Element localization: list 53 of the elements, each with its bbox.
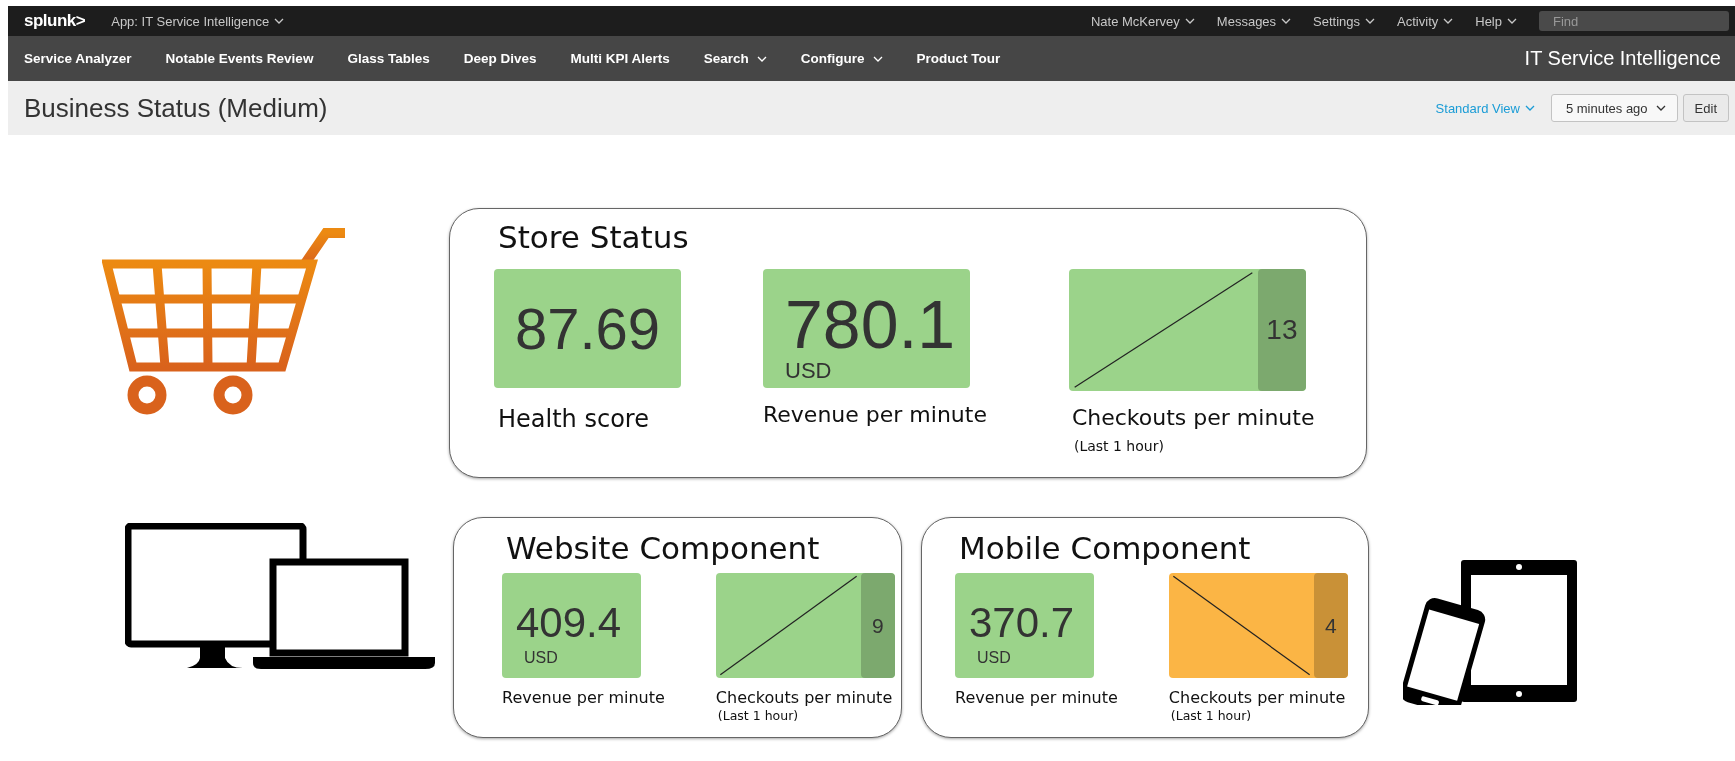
- menu-item[interactable]: Nate McKervey: [1090, 13, 1195, 29]
- kpi-value: 9: [860, 573, 895, 678]
- kpi-sublabel: (Last 1 hour): [1072, 438, 1164, 454]
- kpi-value: 87.69: [514, 299, 661, 358]
- caret-icon: [1281, 18, 1292, 24]
- app-title: IT Service Intelligence: [1524, 47, 1721, 70]
- unit-label: USD: [524, 649, 558, 666]
- kpi-label: Revenue per minute: [955, 688, 1118, 707]
- page-title: Business Status (Medium): [24, 92, 328, 124]
- app-menu[interactable]: App: IT Service Intelligence: [111, 13, 285, 29]
- panel-title: Mobile Component: [958, 530, 1251, 566]
- kpi-sublabel: (Last 1 hour): [716, 708, 799, 723]
- kpi-value: 13: [1257, 269, 1306, 391]
- kpi-label: Revenue per minute: [763, 402, 987, 427]
- caret-icon: [1507, 18, 1517, 24]
- search-field[interactable]: Find: [1539, 11, 1729, 31]
- kpi-value: 370.7: [969, 601, 1075, 644]
- nav-item[interactable]: Deep Dives: [463, 51, 537, 66]
- kpi-value: 4: [1313, 573, 1348, 678]
- nav-item[interactable]: Notable Events Review: [165, 51, 314, 66]
- shopping-cart-icon: [102, 227, 345, 415]
- caret-icon: [1524, 105, 1535, 111]
- caret-icon: [1365, 18, 1376, 24]
- unit-label: USD: [785, 359, 832, 382]
- kpi-sublabel: (Last 1 hour): [1169, 708, 1252, 723]
- menu-item[interactable]: Settings: [1313, 13, 1376, 29]
- caret-icon: [1443, 18, 1454, 24]
- caret-icon: [1184, 18, 1195, 24]
- kpi-value: 780.1: [785, 289, 956, 358]
- panel-title: Website Component: [505, 530, 820, 566]
- nav-item[interactable]: Glass Tables: [347, 51, 430, 66]
- nav-item[interactable]: Configure: [800, 51, 883, 66]
- kpi-label: Revenue per minute: [502, 688, 665, 707]
- menu-item[interactable]: Activity: [1397, 13, 1454, 29]
- kpi-value: 409.4: [516, 601, 622, 644]
- kpi-label: Health score: [497, 405, 649, 433]
- kpi-label: Checkouts per minute: [715, 688, 893, 707]
- logo[interactable]: splunk>: [24, 11, 86, 31]
- nav-item[interactable]: Multi KPI Alerts: [570, 51, 670, 66]
- unit-label: USD: [977, 649, 1011, 666]
- nav-item[interactable]: Search: [703, 51, 767, 66]
- computer-laptop-icon: [125, 523, 435, 669]
- nav-item[interactable]: Product Tour: [916, 51, 1001, 66]
- time-picker[interactable]: 5 minutes ago: [1550, 94, 1678, 122]
- caret-icon: [1655, 105, 1666, 111]
- caret-icon: [274, 18, 285, 24]
- menu-item[interactable]: Messages: [1216, 13, 1292, 29]
- panel-title: Store Status: [497, 219, 689, 255]
- edit-button[interactable]: Edit: [1682, 94, 1729, 122]
- kpi-label: Checkouts per minute: [1070, 405, 1315, 430]
- nav-item[interactable]: Service Analyzer: [24, 51, 132, 66]
- menu-item[interactable]: Help: [1475, 13, 1517, 29]
- kpi-label: Checkouts per minute: [1168, 688, 1346, 707]
